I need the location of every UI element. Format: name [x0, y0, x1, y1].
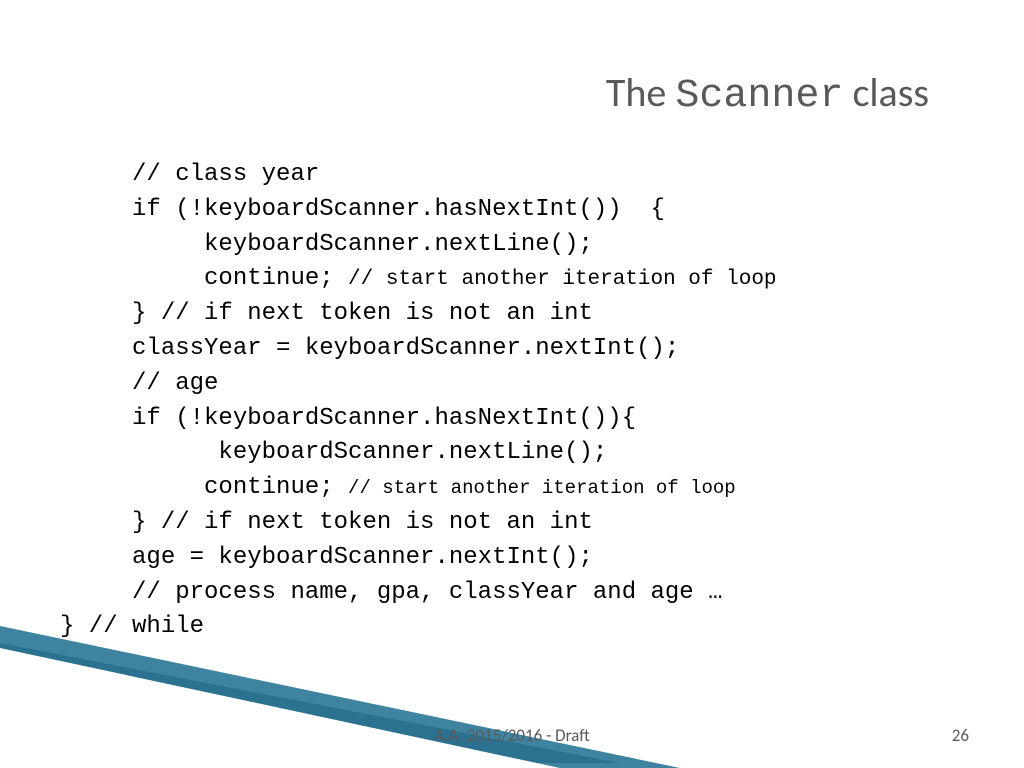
page-number: 26: [952, 725, 969, 746]
slide-title: The Scanner class: [606, 68, 929, 119]
code-line: // age: [60, 370, 218, 397]
slide: The Scanner class // class year if (!key…: [0, 0, 1024, 768]
code-line: continue;: [60, 265, 348, 292]
code-comment: // start another iteration of loop: [348, 268, 776, 291]
code-line: classYear = keyboardScanner.nextInt();: [60, 335, 679, 362]
code-comment: // start another iteration of loop: [348, 477, 736, 499]
code-line: if (!keyboardScanner.hasNextInt()) {: [60, 196, 665, 223]
title-mono: Scanner: [675, 74, 843, 119]
code-line: continue;: [60, 474, 348, 501]
code-line: age = keyboardScanner.nextInt();: [60, 544, 593, 571]
code-line: // process name, gpa, classYear and age …: [60, 579, 723, 606]
code-block: // class year if (!keyboardScanner.hasNe…: [60, 158, 777, 645]
title-pre: The: [606, 68, 675, 117]
code-line: } // if next token is not an int: [60, 509, 593, 536]
code-line: keyboardScanner.nextLine();: [60, 231, 593, 258]
code-line: } // if next token is not an int: [60, 300, 593, 327]
footer-note: A.A. 2015/2016 - Draft: [0, 725, 1024, 746]
code-line: // class year: [60, 161, 319, 188]
title-post: class: [843, 68, 929, 117]
code-line: if (!keyboardScanner.hasNextInt()){: [60, 405, 636, 432]
code-line: keyboardScanner.nextLine();: [60, 439, 607, 466]
code-line: } // while: [60, 613, 204, 640]
